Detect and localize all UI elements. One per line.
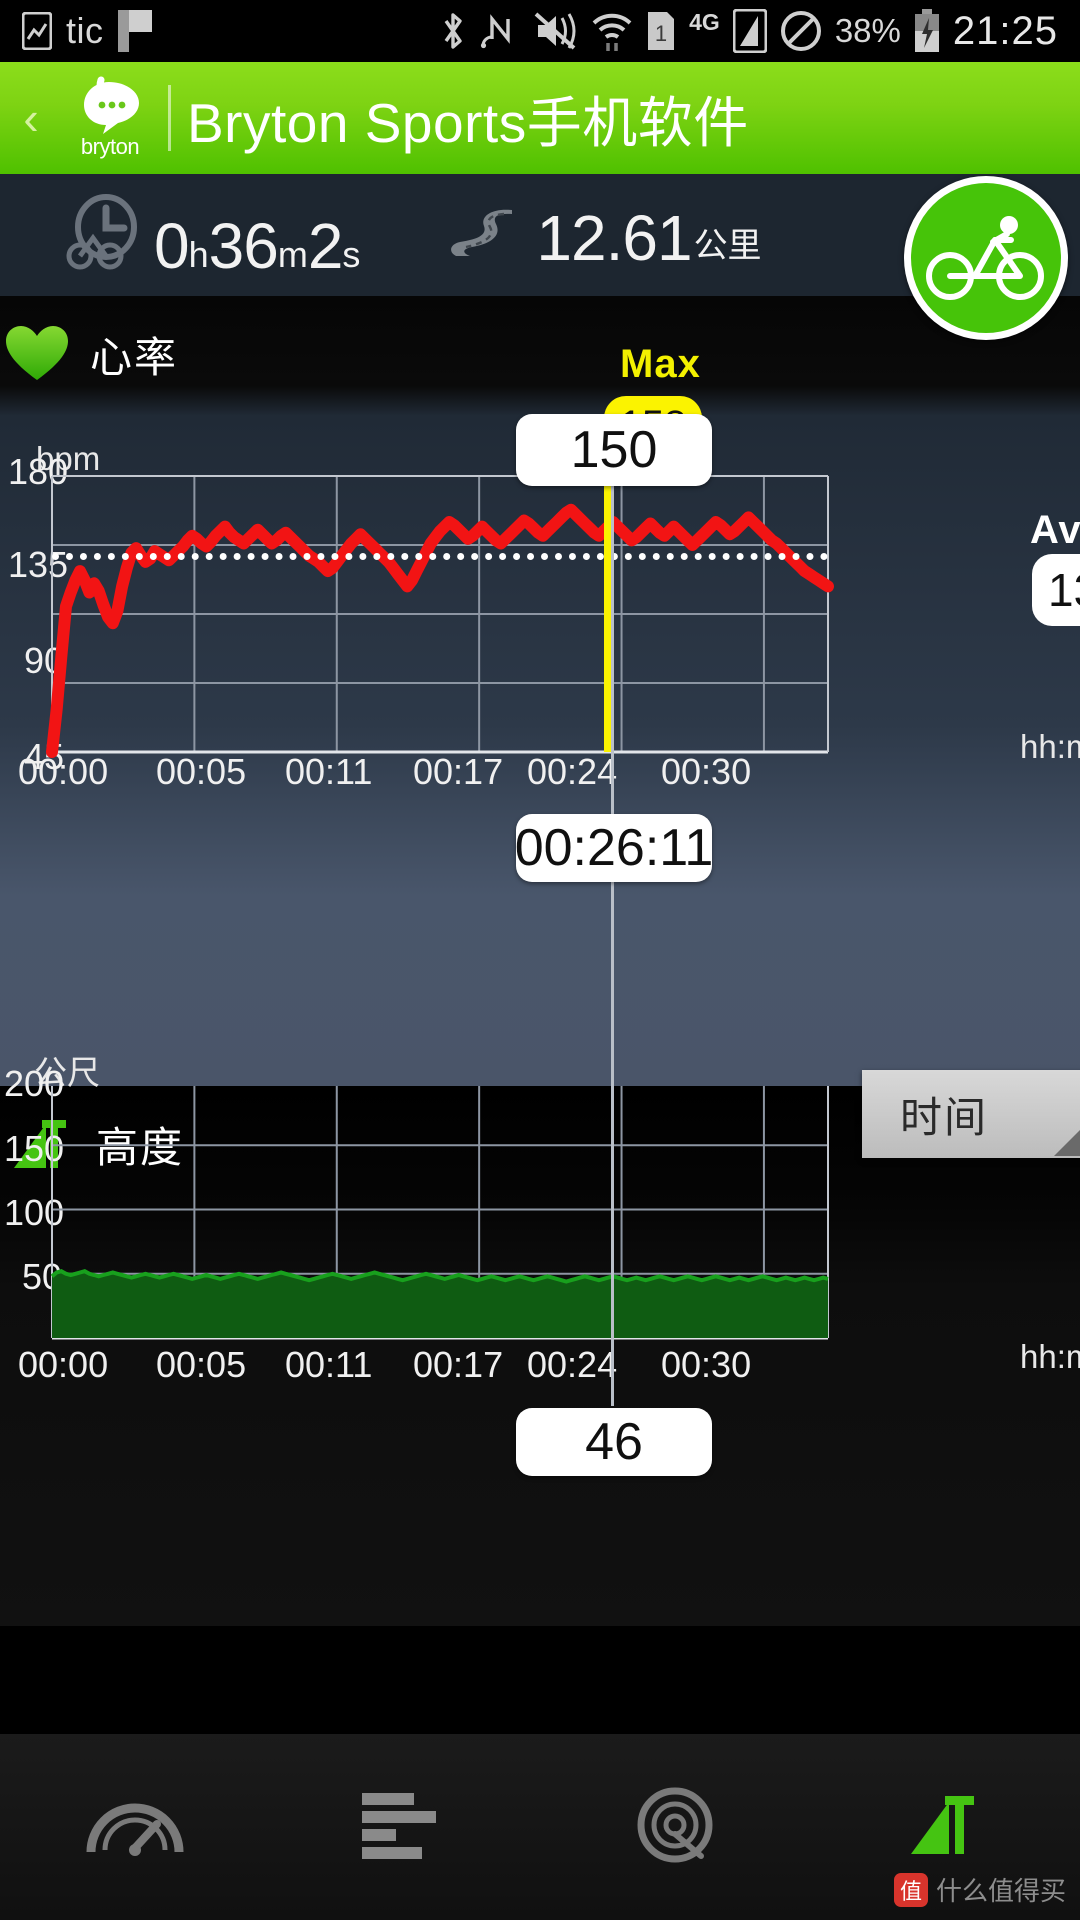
duration-seconds-unit: s	[342, 233, 361, 275]
chevron-down-icon	[1054, 1122, 1080, 1156]
duration-hours-unit: h	[188, 233, 209, 275]
battery-charging-icon	[914, 9, 940, 53]
route-icon	[446, 202, 522, 269]
alt-cursor-value-tooltip: 46	[516, 1408, 712, 1476]
bryton-logo[interactable]: bryton	[54, 62, 166, 174]
hr-avg-value-badge: 13	[1032, 554, 1080, 626]
header-divider	[168, 85, 171, 151]
ride-time-icon	[66, 193, 140, 277]
hr-max-label: Max	[620, 342, 701, 386]
wifi-icon	[591, 9, 633, 53]
cadence-icon	[635, 1786, 715, 1869]
nav-item-cadence[interactable]	[540, 1734, 810, 1920]
mute-icon	[532, 10, 578, 52]
distance-stat: 12.61 公里	[446, 201, 762, 274]
hr-max-marker-line	[604, 476, 611, 752]
network-type-label: 4G	[689, 8, 720, 35]
flag-icon	[117, 10, 152, 52]
watermark-badge: 值	[893, 1872, 928, 1907]
hr-cursor-time-tooltip: 00:26:11	[515, 814, 713, 882]
time-range-selector[interactable]: 时间	[862, 1070, 1080, 1158]
distance-value: 12.61	[536, 201, 692, 274]
duration-hours: 0	[154, 209, 190, 282]
altitude-icon	[909, 1794, 981, 1861]
clock-label: 21:25	[952, 8, 1058, 53]
duration-seconds: 2	[307, 209, 344, 282]
sim-icon: 1	[646, 10, 676, 52]
bluetooth-icon	[440, 10, 466, 52]
speedometer-icon	[85, 1790, 185, 1865]
duration-minutes: 36	[208, 209, 279, 282]
bars-icon	[362, 1789, 448, 1866]
signal-icon	[732, 9, 767, 53]
status-bar: tic 1 4G 38% 21:25	[0, 0, 1080, 62]
battery-percent-label: 38%	[834, 12, 901, 49]
time-range-label: 时间	[900, 1093, 989, 1141]
activity-type-badge[interactable]	[904, 176, 1068, 340]
screenshot-icon	[22, 12, 52, 50]
altitude-chart[interactable]	[0, 1086, 1080, 1626]
bryton-wordmark: bryton	[80, 134, 140, 159]
nav-item-bars[interactable]	[270, 1734, 540, 1920]
nav-item-speed[interactable]	[0, 1734, 270, 1920]
page-title: Bryton Sports手机软件	[187, 92, 749, 154]
nfc-icon	[479, 9, 519, 53]
distance-unit: 公里	[693, 226, 762, 265]
duration-stat: 0 h 36 m 2 s	[66, 193, 361, 282]
hr-avg-label: Avg	[1030, 508, 1080, 552]
carrier-label: tic	[66, 10, 104, 51]
app-header: ‹ bryton Bryton Sports手机软件	[0, 62, 1080, 174]
back-button[interactable]: ‹	[8, 95, 54, 141]
altitude-section: 高度 公尺 hh:m 200 150 100 50 00:00 00:05 00…	[0, 986, 1080, 1626]
svg-text:1: 1	[655, 21, 667, 46]
watermark-text: 什么值得买	[935, 1876, 1066, 1906]
heart-rate-section: 心率 bpm hh:m 180 135 90 45 00:00 00:05 00…	[0, 296, 1080, 1088]
watermark: 值 什么值得买	[893, 1871, 1066, 1908]
hr-average-line	[52, 553, 828, 560]
alt-cursor-line	[611, 986, 614, 1406]
duration-minutes-unit: m	[277, 233, 308, 275]
no-entry-icon	[780, 10, 822, 52]
hr-cursor-value-tooltip: 150	[516, 414, 712, 486]
